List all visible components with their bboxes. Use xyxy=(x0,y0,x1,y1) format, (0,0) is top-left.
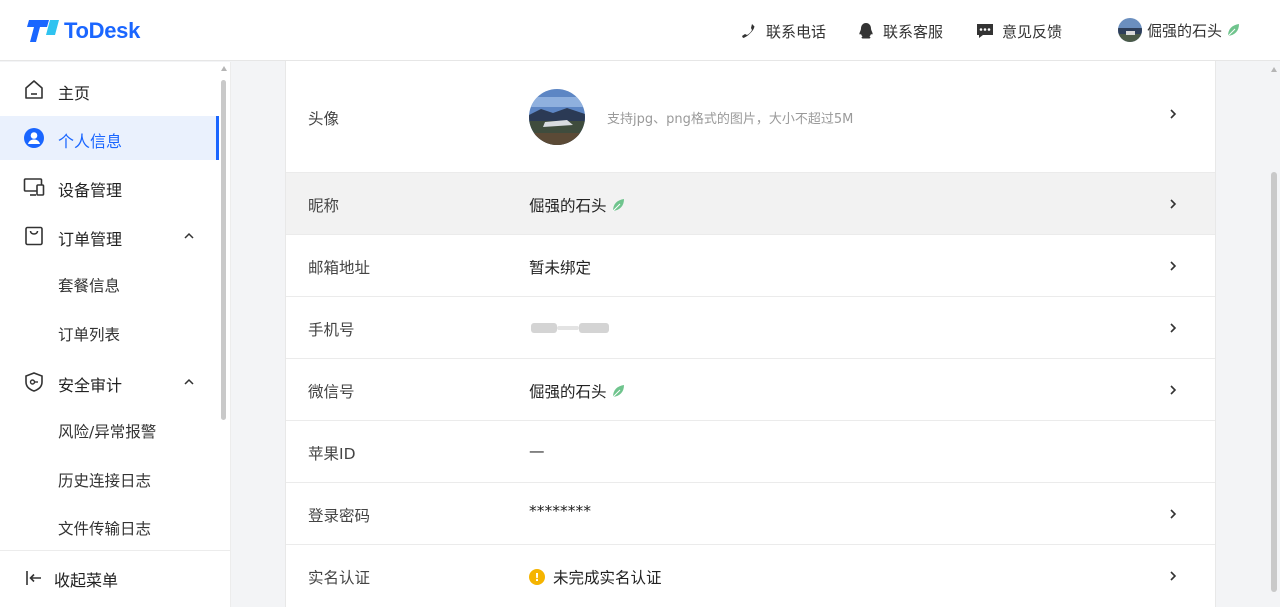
main-scrollbar[interactable] xyxy=(1271,172,1277,592)
todesk-logo-icon xyxy=(27,20,59,42)
profile-row-email[interactable]: 邮箱地址 暂未绑定 xyxy=(286,235,1215,297)
row-label: 昵称 xyxy=(308,197,340,215)
nickname-value: 倔强的石头 xyxy=(529,197,607,215)
sidebar-item-label: 订单管理 xyxy=(58,230,123,249)
sidebar-item-profile[interactable]: 个人信息 xyxy=(0,116,219,160)
sidebar-item-security-audit[interactable]: 安全审计 xyxy=(0,360,219,404)
chevron-right-icon xyxy=(1170,261,1177,271)
profile-panel: 头像 支持jpg、png格式的图片，大小不超过5M 昵称 倔强的石头 邮箱地址 … xyxy=(285,61,1216,607)
sidebar-item-plan-info[interactable]: 套餐信息 xyxy=(0,262,219,306)
chevron-right-icon xyxy=(1170,323,1177,333)
chevron-right-icon xyxy=(1170,571,1177,581)
sidebar-item-label: 套餐信息 xyxy=(58,277,121,295)
sidebar-item-label: 文件传输日志 xyxy=(58,520,152,538)
qq-icon xyxy=(857,22,875,40)
shield-icon xyxy=(25,372,43,392)
sidebar-item-label: 安全审计 xyxy=(58,376,123,395)
contact-phone-label: 联系电话 xyxy=(766,22,827,41)
sidebar-item-label: 风险/异常报警 xyxy=(58,423,157,441)
bag-icon xyxy=(25,226,43,246)
profile-row-avatar[interactable]: 头像 支持jpg、png格式的图片，大小不超过5M xyxy=(286,61,1215,173)
home-icon xyxy=(25,80,43,99)
collapse-menu-label: 收起菜单 xyxy=(54,571,119,590)
blurred-phone-number xyxy=(529,321,611,335)
user-icon xyxy=(24,128,44,148)
phone-icon xyxy=(740,22,758,40)
row-label: 头像 xyxy=(308,110,340,128)
profile-row-nickname[interactable]: 昵称 倔强的石头 xyxy=(286,173,1215,235)
warning-icon: ! xyxy=(529,569,545,585)
feedback-link[interactable]: 意见反馈 xyxy=(976,20,1062,42)
chevron-up-icon[interactable] xyxy=(182,375,196,389)
sidebar-item-devices[interactable]: 设备管理 xyxy=(0,165,219,209)
wechat-value: 倔强的石头 xyxy=(529,383,607,401)
sidebar-scroll-up-arrow[interactable] xyxy=(221,66,227,71)
sidebar-divider xyxy=(0,550,231,551)
sidebar-item-file-transfer-logs[interactable]: 文件传输日志 xyxy=(0,505,219,549)
password-value: ******** xyxy=(529,502,591,520)
sidebar-item-label: 历史连接日志 xyxy=(58,472,152,490)
sidebar-item-label: 个人信息 xyxy=(58,132,123,151)
row-label: 邮箱地址 xyxy=(308,259,371,277)
row-label: 苹果ID xyxy=(308,445,356,463)
contact-service-label: 联系客服 xyxy=(883,22,944,41)
leaf-icon xyxy=(612,199,624,212)
sidebar-scrollbar[interactable] xyxy=(221,80,226,420)
row-label: 微信号 xyxy=(308,383,355,401)
leaf-icon xyxy=(612,385,624,398)
sidebar-item-risk-alerts[interactable]: 风险/异常报警 xyxy=(0,408,219,452)
row-value: 倔强的石头 xyxy=(529,194,625,216)
row-label: 实名认证 xyxy=(308,569,371,587)
profile-row-apple-id: 苹果ID — xyxy=(286,421,1215,483)
avatar-hint: 支持jpg、png格式的图片，大小不超过5M xyxy=(607,112,854,127)
devices-icon xyxy=(23,178,45,196)
collapse-menu-button[interactable]: 收起菜单 xyxy=(0,558,230,598)
profile-row-real-name[interactable]: 实名认证 ! 未完成实名认证 xyxy=(286,545,1215,607)
row-label: 登录密码 xyxy=(308,507,371,525)
avatar xyxy=(1118,18,1142,42)
collapse-icon xyxy=(26,571,41,585)
chevron-right-icon xyxy=(1170,509,1177,519)
logo-text: ToDesk xyxy=(64,18,141,43)
real-name-status: 未完成实名认证 xyxy=(553,569,662,587)
chevron-right-icon xyxy=(1170,199,1177,209)
row-label: 手机号 xyxy=(308,321,355,339)
email-value: 暂未绑定 xyxy=(529,259,592,277)
sidebar-item-home[interactable]: 主页 xyxy=(0,68,219,112)
row-value: ! 未完成实名认证 xyxy=(529,566,662,588)
sidebar-item-connection-logs[interactable]: 历史连接日志 xyxy=(0,457,219,501)
row-value: 倔强的石头 xyxy=(529,380,625,402)
sidebar-item-label: 订单列表 xyxy=(58,326,121,344)
feedback-icon xyxy=(976,22,994,40)
user-menu[interactable]: 倔强的石头 xyxy=(1118,18,1240,42)
todesk-logo[interactable]: ToDesk xyxy=(27,17,140,45)
leaf-icon xyxy=(1227,24,1240,37)
chevron-right-icon xyxy=(1170,385,1177,395)
profile-row-password[interactable]: 登录密码 ******** xyxy=(286,483,1215,545)
profile-row-wechat[interactable]: 微信号 倔强的石头 xyxy=(286,359,1215,421)
feedback-label: 意见反馈 xyxy=(1002,22,1063,41)
phone-value xyxy=(529,321,611,335)
contact-phone-link[interactable]: 联系电话 xyxy=(740,20,826,42)
sidebar: 主页 个人信息 设备管理 订单管理 套餐信息 订单列表 安全审计 风险/异常报警… xyxy=(0,62,231,607)
avatar[interactable] xyxy=(529,89,585,145)
chevron-up-icon[interactable] xyxy=(182,229,196,243)
chevron-right-icon xyxy=(1170,109,1177,119)
apple-id-value: — xyxy=(529,442,545,460)
sidebar-item-orders[interactable]: 订单管理 xyxy=(0,214,219,258)
user-name: 倔强的石头 xyxy=(1147,21,1223,40)
sidebar-item-order-list[interactable]: 订单列表 xyxy=(0,311,219,355)
sidebar-item-label: 主页 xyxy=(58,84,91,103)
contact-service-link[interactable]: 联系客服 xyxy=(857,20,943,42)
main-scroll-up-arrow[interactable] xyxy=(1271,67,1277,72)
sidebar-item-label: 设备管理 xyxy=(58,181,123,200)
profile-row-phone[interactable]: 手机号 xyxy=(286,297,1215,359)
top-bar: ToDesk 联系电话 联系客服 意见反馈 倔强的石头 xyxy=(0,0,1280,61)
